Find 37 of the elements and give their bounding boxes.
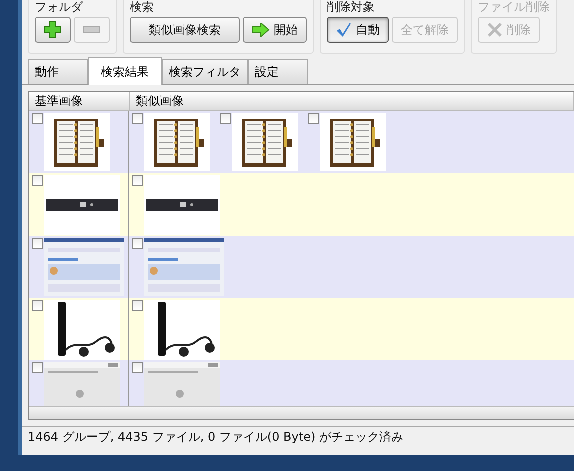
toolbar-button[interactable] bbox=[35, 17, 71, 43]
notebook-drawing bbox=[44, 113, 110, 171]
notebook-drawing bbox=[144, 113, 210, 171]
notebook-drawing bbox=[320, 113, 386, 171]
toolbar-button[interactable]: 類似画像検索 bbox=[130, 17, 240, 43]
column-header[interactable]: 基準画像 bbox=[29, 92, 130, 110]
cross-icon bbox=[487, 22, 503, 38]
notebook-drawing bbox=[232, 113, 298, 171]
plus-icon bbox=[44, 21, 62, 39]
image-checkbox[interactable] bbox=[32, 362, 43, 374]
image-checkbox[interactable] bbox=[32, 175, 43, 186]
group-title: 検索 bbox=[130, 0, 155, 14]
check-icon bbox=[336, 22, 352, 38]
tab[interactable]: 検索結果 bbox=[88, 57, 162, 85]
toolbar-button[interactable]: 開始 bbox=[243, 17, 307, 43]
image-checkbox[interactable] bbox=[132, 175, 143, 186]
image-checkbox[interactable] bbox=[132, 362, 143, 374]
horizontal-scrollbar[interactable] bbox=[29, 406, 574, 419]
image-checkbox[interactable] bbox=[132, 300, 143, 311]
image-checkbox[interactable] bbox=[132, 238, 143, 249]
image-checkbox[interactable] bbox=[32, 113, 43, 124]
group-title: ファイル削除 bbox=[478, 0, 550, 14]
column-header[interactable]: 類似画像 bbox=[130, 92, 574, 110]
image-checkbox[interactable] bbox=[220, 113, 231, 124]
image-checkbox[interactable] bbox=[32, 300, 43, 311]
status-text: 1464 グループ, 4435 ファイル, 0 ファイル(0 Byte) がチェック済み bbox=[22, 426, 574, 451]
image-checkbox[interactable] bbox=[308, 113, 319, 124]
toolbar-button[interactable]: 自動 bbox=[327, 17, 389, 43]
arrow-icon bbox=[252, 23, 270, 37]
tab[interactable]: 動作 bbox=[28, 59, 88, 84]
group-title: フォルダ bbox=[35, 0, 84, 14]
group-title: 削除対象 bbox=[327, 0, 376, 14]
image-checkbox[interactable] bbox=[132, 113, 143, 124]
image-checkbox[interactable] bbox=[32, 238, 43, 249]
tab[interactable]: 設定 bbox=[248, 59, 308, 84]
minus-icon bbox=[83, 26, 101, 34]
tab[interactable]: 検索フィルタ bbox=[162, 59, 248, 84]
